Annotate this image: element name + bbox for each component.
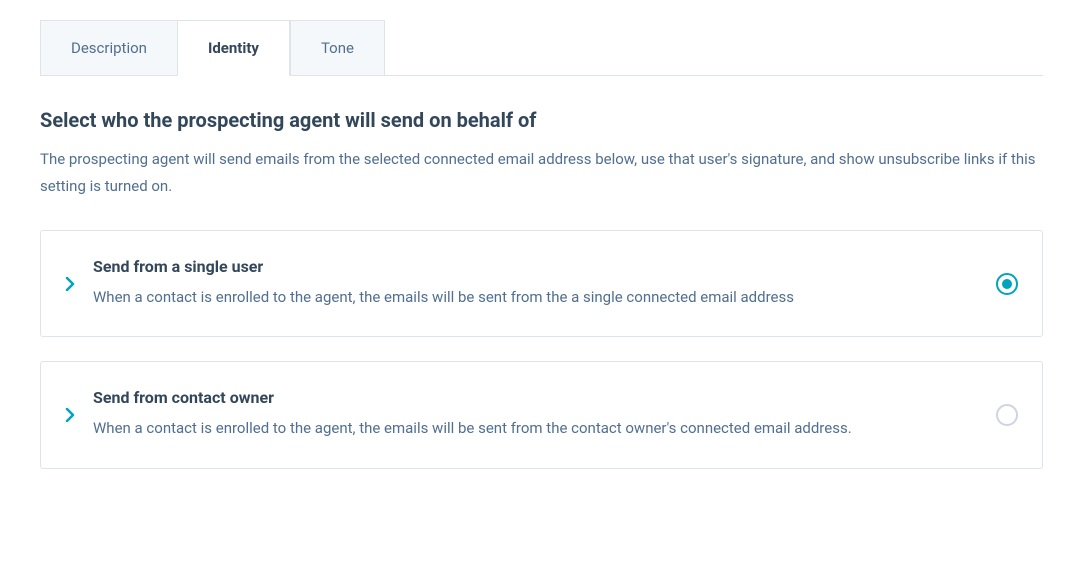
radio-contact-owner[interactable]: [996, 404, 1018, 426]
page-heading: Select who the prospecting agent will se…: [40, 108, 1043, 132]
radio-single-user[interactable]: [996, 273, 1018, 295]
chevron-right-icon[interactable]: [65, 277, 75, 291]
tab-identity[interactable]: Identity: [177, 20, 290, 76]
option-single-user[interactable]: Send from a single user When a contact i…: [40, 230, 1043, 337]
option-text: Send from a single user When a contact i…: [93, 257, 978, 310]
option-title: Send from contact owner: [93, 388, 978, 407]
option-title: Send from a single user: [93, 257, 978, 276]
option-description: When a contact is enrolled to the agent,…: [93, 415, 978, 441]
tab-tone[interactable]: Tone: [290, 20, 385, 75]
tab-description[interactable]: Description: [40, 20, 177, 75]
option-text: Send from contact owner When a contact i…: [93, 388, 978, 441]
tabs-bar: Description Identity Tone: [40, 20, 1043, 76]
option-description: When a contact is enrolled to the agent,…: [93, 284, 978, 310]
option-contact-owner[interactable]: Send from contact owner When a contact i…: [40, 361, 1043, 468]
chevron-right-icon[interactable]: [65, 408, 75, 422]
page-subheading: The prospecting agent will send emails f…: [40, 146, 1043, 200]
